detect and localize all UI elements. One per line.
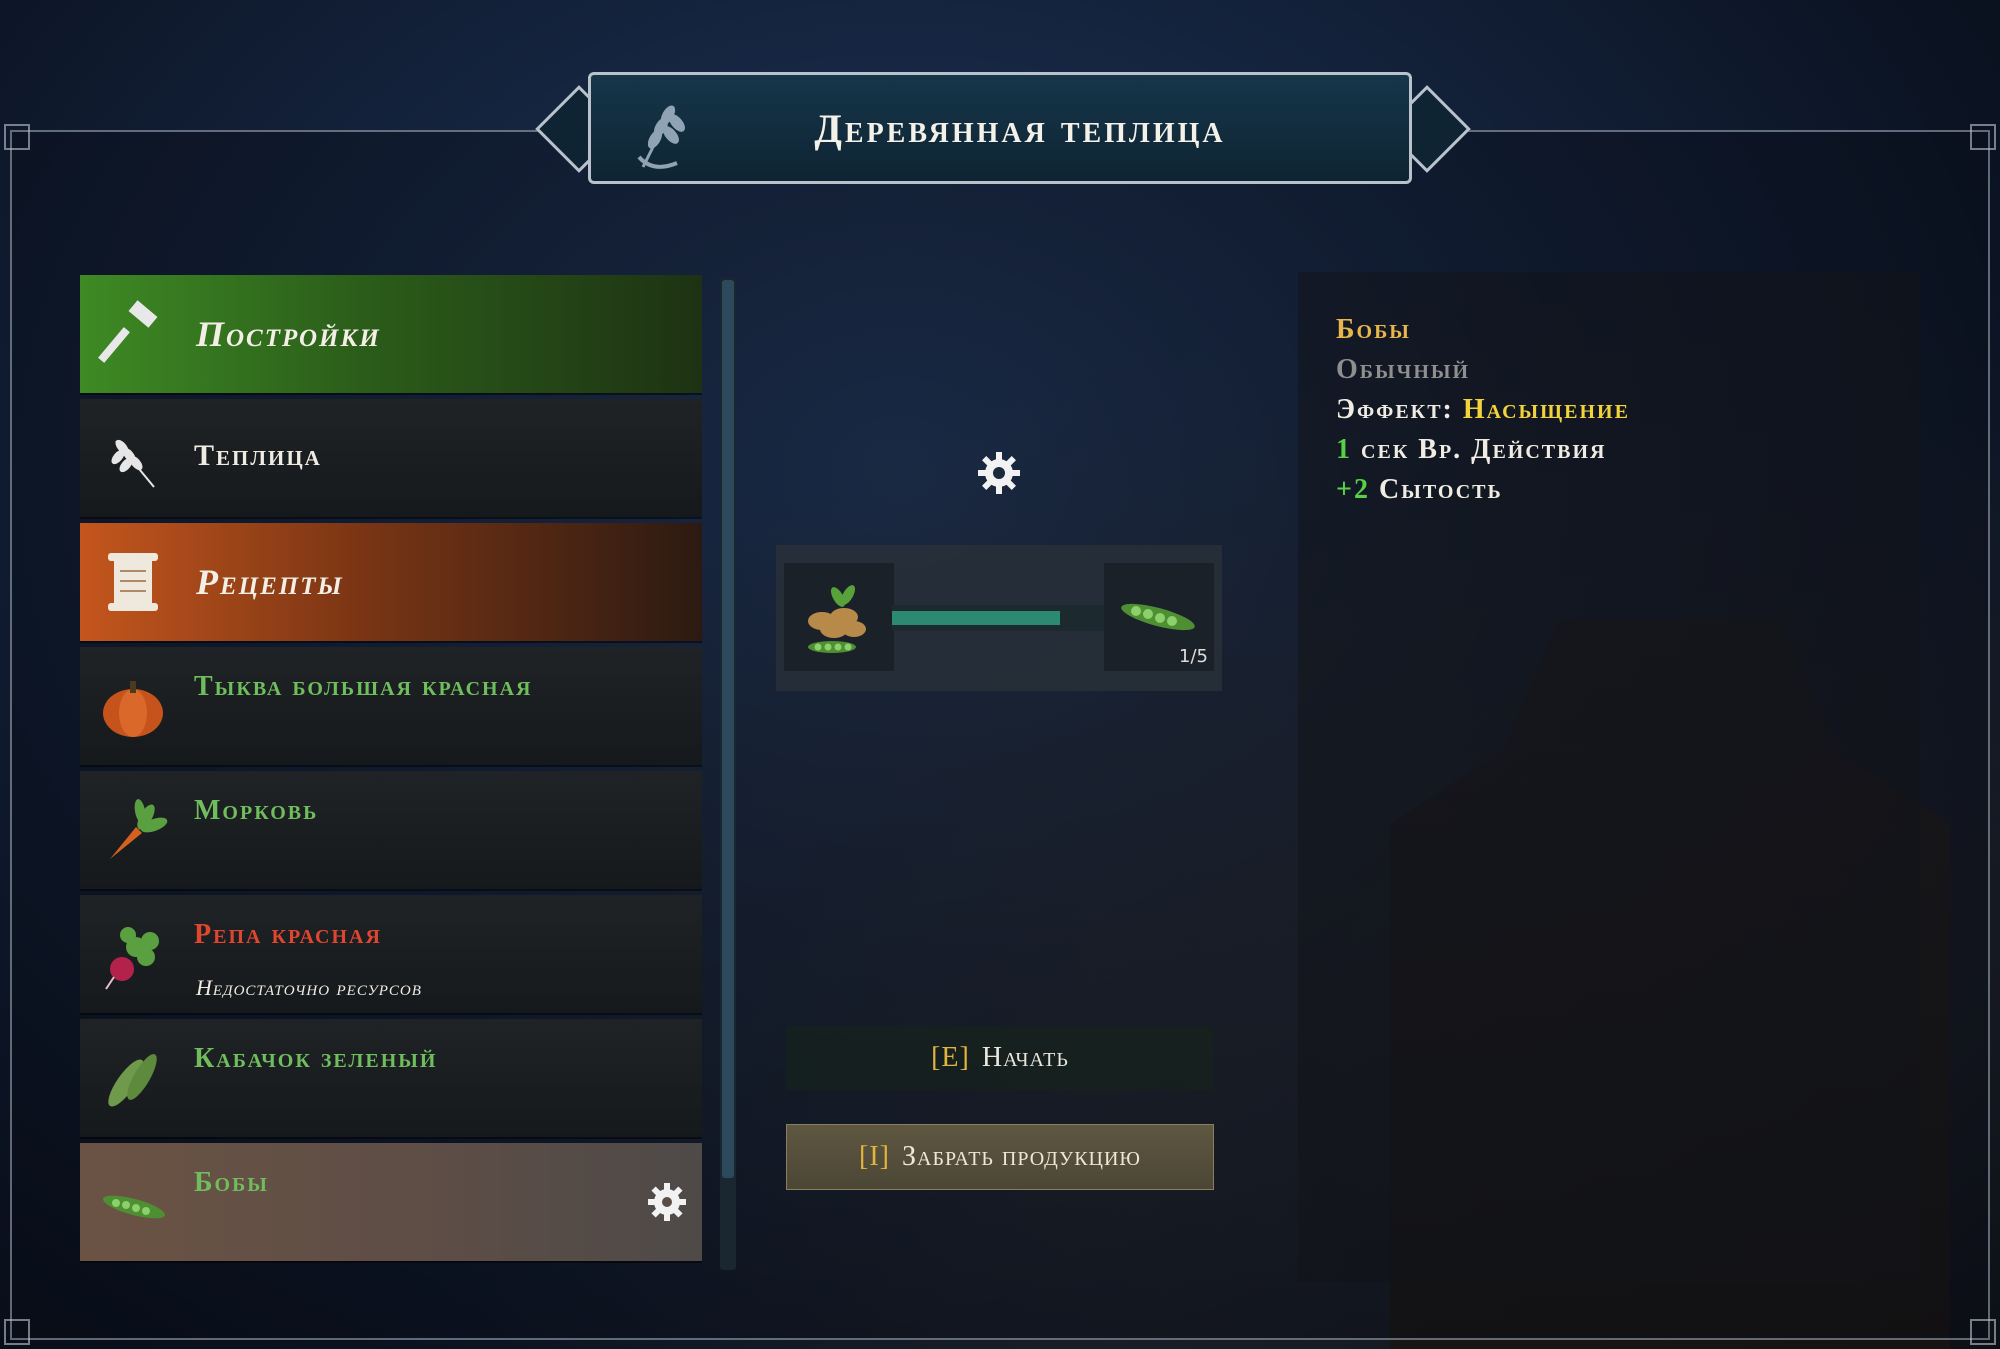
gear-icon <box>978 452 1020 494</box>
recipe-name: Кабачок зеленый <box>194 1043 438 1074</box>
duration-label: сек Вр. Действия <box>1361 434 1607 465</box>
item-info-panel: Бобы Обычный Эффект: Насыщение 1 сек Вр.… <box>1298 272 1920 1282</box>
building-label: Теплица <box>194 439 322 472</box>
zucchini-icon <box>108 1054 157 1107</box>
frame-corner <box>1970 1319 1996 1345</box>
peas-icon <box>103 1195 165 1219</box>
crafting-panel: 1/5 <box>776 545 1222 691</box>
recipe-item[interactable]: Морковь <box>80 771 702 889</box>
recipe-item[interactable]: Тыква большая красная <box>80 647 702 765</box>
collect-hotkey: [I] <box>859 1141 890 1172</box>
recipe-name: Репа красная <box>194 919 382 950</box>
output-count: 1/5 <box>1179 646 1208 667</box>
crafting-progress-bar <box>892 605 1108 631</box>
recipe-item-selected[interactable]: Бобы <box>80 1143 702 1261</box>
item-rarity: Обычный <box>1336 354 1471 385</box>
recipe-menu: Постройки Теплица Рецепты Тыква большая … <box>80 275 702 1267</box>
carrot-icon <box>110 799 168 859</box>
gear-icon[interactable] <box>646 1181 688 1223</box>
frame-corner <box>4 1319 30 1345</box>
progress-fill <box>892 611 1061 625</box>
recipe-name: Бобы <box>194 1167 269 1198</box>
collect-label: Забрать продукцию <box>901 1141 1141 1172</box>
category-label: Постройки <box>196 314 381 354</box>
radish-icon <box>105 927 159 990</box>
satiety-label: Сытость <box>1378 474 1503 505</box>
start-button[interactable]: [E] Начать <box>786 1026 1214 1090</box>
duration-value: 1 <box>1336 434 1352 465</box>
output-slot[interactable]: 1/5 <box>1104 563 1214 671</box>
start-label: Начать <box>981 1042 1069 1073</box>
category-label: Рецепты <box>196 562 344 602</box>
effect-label: Эффект: <box>1336 394 1454 425</box>
satiety-value: +2 <box>1336 474 1370 505</box>
scroll-icon <box>108 553 158 611</box>
seeds-icon <box>808 585 866 653</box>
title-banner: Деревянная теплица <box>588 72 1412 184</box>
recipe-name: Морковь <box>194 795 319 826</box>
frame-corner <box>1970 124 1996 150</box>
item-effect: Эффект: Насыщение <box>1336 394 1630 426</box>
collect-button[interactable]: [I] Забрать продукцию <box>786 1124 1214 1190</box>
start-hotkey: [E] <box>931 1042 970 1073</box>
building-greenhouse[interactable]: Теплица <box>80 399 702 517</box>
recipe-item[interactable]: Кабачок зеленый <box>80 1019 702 1137</box>
category-recipes[interactable]: Рецепты <box>80 523 702 641</box>
recipe-item-unavailable[interactable]: Репа красная Недостаточно ресурсов <box>80 895 702 1013</box>
recipe-name: Тыква большая красная <box>194 671 533 702</box>
page-title: Деревянная теплица <box>814 105 1226 151</box>
item-duration: 1 сек Вр. Действия <box>1336 434 1606 466</box>
item-satiety: +2 Сытость <box>1336 474 1503 506</box>
effect-value: Насыщение <box>1462 394 1630 425</box>
hammer-icon <box>98 300 158 363</box>
wheat-icon <box>111 439 155 488</box>
item-name: Бобы <box>1336 314 1411 345</box>
menu-scrollbar[interactable] <box>720 278 736 1270</box>
scrollbar-thumb[interactable] <box>722 280 734 1178</box>
recipe-status: Недостаточно ресурсов <box>196 975 422 1000</box>
frame-corner <box>4 124 30 150</box>
category-buildings[interactable]: Постройки <box>80 275 702 393</box>
input-slot[interactable] <box>784 563 894 671</box>
pumpkin-icon <box>103 681 163 737</box>
